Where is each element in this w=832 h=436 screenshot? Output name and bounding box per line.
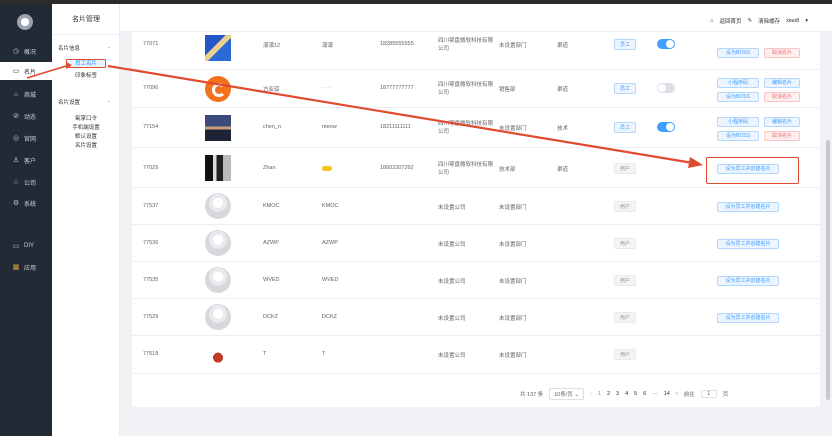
annotation-arrow-1 [26, 65, 67, 79]
annotation-arrow-2 [107, 64, 694, 165]
arrow-head-icon [66, 62, 72, 69]
arrow-head-icon [688, 157, 703, 168]
annotation-arrows [26, 62, 703, 168]
